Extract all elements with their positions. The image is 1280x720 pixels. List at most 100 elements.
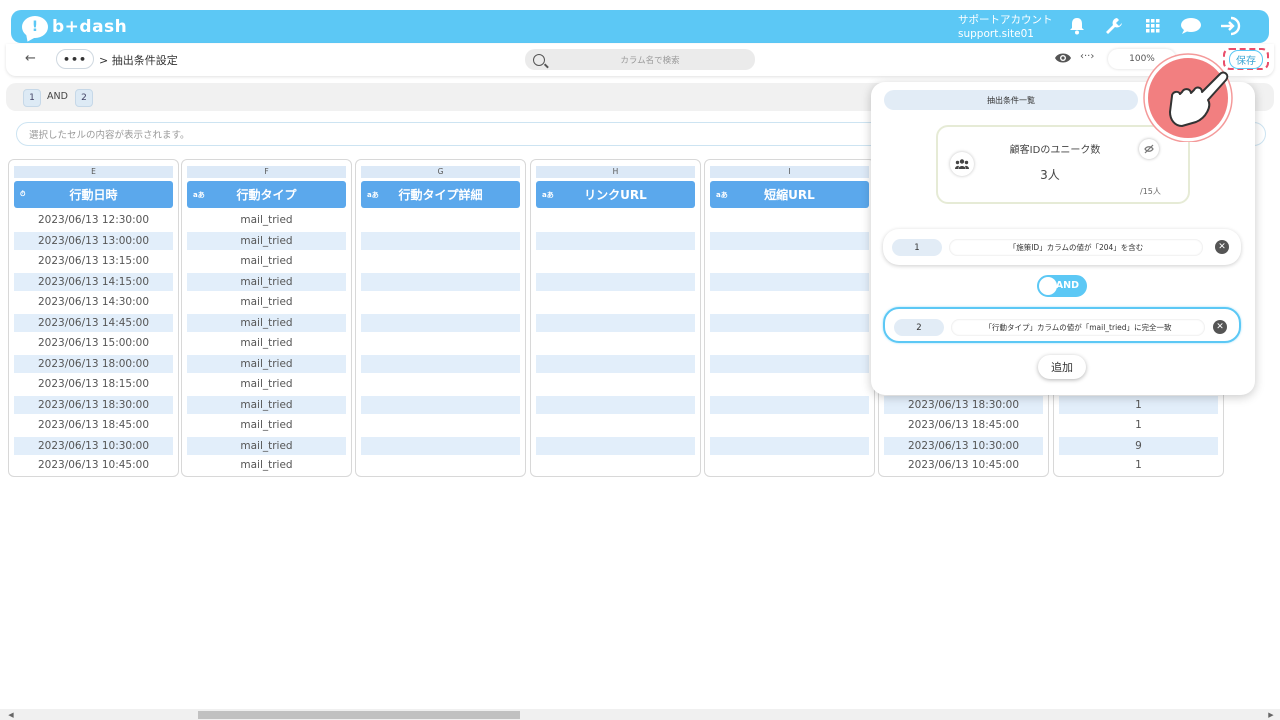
condition-row-2[interactable]: 2 「行動タイプ」カラムの値が「mail_tried」に完全一致 ✕ xyxy=(883,307,1241,343)
table-cell[interactable]: 2023/06/13 13:00:00 xyxy=(14,232,173,250)
table-cell[interactable]: 2023/06/13 12:30:00 xyxy=(14,211,173,229)
table-cell[interactable] xyxy=(536,314,695,332)
table-cell[interactable] xyxy=(361,334,520,352)
table-cell[interactable] xyxy=(710,416,869,434)
condition-text[interactable]: 「施策ID」カラムの値が「204」を含む xyxy=(949,239,1203,256)
table-cell[interactable] xyxy=(361,416,520,434)
table-cell[interactable] xyxy=(361,211,520,229)
column-search-input[interactable]: カラム名で検索 xyxy=(525,49,755,70)
table-cell[interactable] xyxy=(536,396,695,414)
column-header[interactable]: aあ リンクURL xyxy=(536,181,695,208)
column-letter[interactable]: I xyxy=(710,166,869,178)
table-cell[interactable] xyxy=(710,375,869,393)
add-condition-button[interactable]: 追加 xyxy=(1038,355,1086,379)
table-cell[interactable] xyxy=(361,456,520,474)
table-cell[interactable]: mail_tried xyxy=(187,252,346,270)
table-cell[interactable] xyxy=(361,355,520,373)
close-icon[interactable]: ✕ xyxy=(1215,240,1229,254)
more-button[interactable]: ••• xyxy=(56,49,94,69)
table-cell[interactable] xyxy=(361,273,520,291)
table-cell[interactable] xyxy=(536,232,695,250)
column-header[interactable]: aあ 行動タイプ詳細 xyxy=(361,181,520,208)
eye-icon[interactable] xyxy=(1054,51,1072,67)
table-cell[interactable] xyxy=(710,273,869,291)
condition-row-1[interactable]: 1 「施策ID」カラムの値が「204」を含む ✕ xyxy=(883,229,1241,265)
table-cell[interactable]: mail_tried xyxy=(187,211,346,229)
table-cell[interactable] xyxy=(710,437,869,455)
table-cell[interactable]: 2023/06/13 10:45:00 xyxy=(14,456,173,474)
table-cell[interactable] xyxy=(536,437,695,455)
table-cell[interactable] xyxy=(536,273,695,291)
table-cell[interactable] xyxy=(361,437,520,455)
table-cell[interactable]: mail_tried xyxy=(187,437,346,455)
table-cell[interactable] xyxy=(710,252,869,270)
horizontal-scrollbar[interactable] xyxy=(0,709,1280,720)
table-cell[interactable] xyxy=(536,211,695,229)
table-cell[interactable]: 2023/06/13 18:15:00 xyxy=(14,375,173,393)
condition-text[interactable]: 「行動タイプ」カラムの値が「mail_tried」に完全一致 xyxy=(951,319,1205,336)
column-width-icon[interactable]: ‹··› xyxy=(1080,51,1100,67)
table-cell[interactable]: 1 xyxy=(1059,396,1218,414)
chat-icon[interactable] xyxy=(1179,14,1203,38)
table-cell[interactable]: mail_tried xyxy=(187,293,346,311)
column-header[interactable]: aあ 短縮URL xyxy=(710,181,869,208)
close-icon[interactable]: ✕ xyxy=(1213,320,1227,334)
condition-chip-2[interactable]: 2 xyxy=(75,89,93,107)
table-cell[interactable] xyxy=(361,232,520,250)
table-cell[interactable] xyxy=(361,314,520,332)
column-letter[interactable]: G xyxy=(361,166,520,178)
table-cell[interactable]: 2023/06/13 15:00:00 xyxy=(14,334,173,352)
table-cell[interactable] xyxy=(536,355,695,373)
table-cell[interactable]: 2023/06/13 14:45:00 xyxy=(14,314,173,332)
table-cell[interactable] xyxy=(710,314,869,332)
scrollbar-thumb[interactable] xyxy=(198,711,520,719)
table-cell[interactable] xyxy=(710,396,869,414)
table-cell[interactable]: mail_tried xyxy=(187,334,346,352)
grid-icon[interactable] xyxy=(1141,14,1165,38)
column-letter[interactable]: H xyxy=(536,166,695,178)
table-cell[interactable]: mail_tried xyxy=(187,396,346,414)
column-header[interactable]: aあ 行動タイプ xyxy=(187,181,346,208)
table-cell[interactable]: 2023/06/13 13:15:00 xyxy=(14,252,173,270)
table-cell[interactable] xyxy=(710,355,869,373)
scroll-left-icon[interactable]: ◀ xyxy=(6,710,16,720)
table-cell[interactable] xyxy=(710,456,869,474)
back-arrow-icon[interactable]: ← xyxy=(25,51,41,67)
table-cell[interactable]: 2023/06/13 10:30:00 xyxy=(14,437,173,455)
column-header[interactable]: ⏱ 行動日時 xyxy=(14,181,173,208)
table-cell[interactable]: mail_tried xyxy=(187,416,346,434)
table-cell[interactable] xyxy=(536,456,695,474)
table-cell[interactable]: 2023/06/13 14:30:00 xyxy=(14,293,173,311)
table-cell[interactable] xyxy=(361,396,520,414)
app-logo[interactable]: ! b+dash xyxy=(22,14,142,40)
table-cell[interactable] xyxy=(361,375,520,393)
table-cell[interactable]: 2023/06/13 10:45:00 xyxy=(884,456,1043,474)
table-cell[interactable] xyxy=(536,375,695,393)
table-cell[interactable] xyxy=(361,293,520,311)
table-cell[interactable] xyxy=(361,252,520,270)
table-cell[interactable] xyxy=(536,293,695,311)
table-cell[interactable]: mail_tried xyxy=(187,232,346,250)
table-cell[interactable]: 1 xyxy=(1059,456,1218,474)
column-letter[interactable]: E xyxy=(14,166,173,178)
table-cell[interactable] xyxy=(710,211,869,229)
account-info[interactable]: サポートアカウント support.site01 xyxy=(958,13,1068,41)
table-cell[interactable]: mail_tried xyxy=(187,273,346,291)
table-cell[interactable]: mail_tried xyxy=(187,375,346,393)
table-cell[interactable]: 9 xyxy=(1059,437,1218,455)
scroll-right-icon[interactable]: ▶ xyxy=(1266,710,1276,720)
table-cell[interactable]: 2023/06/13 18:00:00 xyxy=(14,355,173,373)
table-cell[interactable]: 2023/06/13 18:30:00 xyxy=(884,396,1043,414)
bell-icon[interactable] xyxy=(1065,14,1089,38)
table-cell[interactable] xyxy=(710,293,869,311)
table-cell[interactable]: 2023/06/13 18:30:00 xyxy=(14,396,173,414)
table-cell[interactable]: mail_tried xyxy=(187,456,346,474)
table-cell[interactable]: 2023/06/13 10:30:00 xyxy=(884,437,1043,455)
table-cell[interactable] xyxy=(710,232,869,250)
table-cell[interactable]: mail_tried xyxy=(187,314,346,332)
condition-chip-1[interactable]: 1 xyxy=(23,89,41,107)
table-cell[interactable] xyxy=(536,252,695,270)
logout-icon[interactable] xyxy=(1218,14,1242,38)
table-cell[interactable]: 2023/06/13 18:45:00 xyxy=(14,416,173,434)
table-cell[interactable]: mail_tried xyxy=(187,355,346,373)
